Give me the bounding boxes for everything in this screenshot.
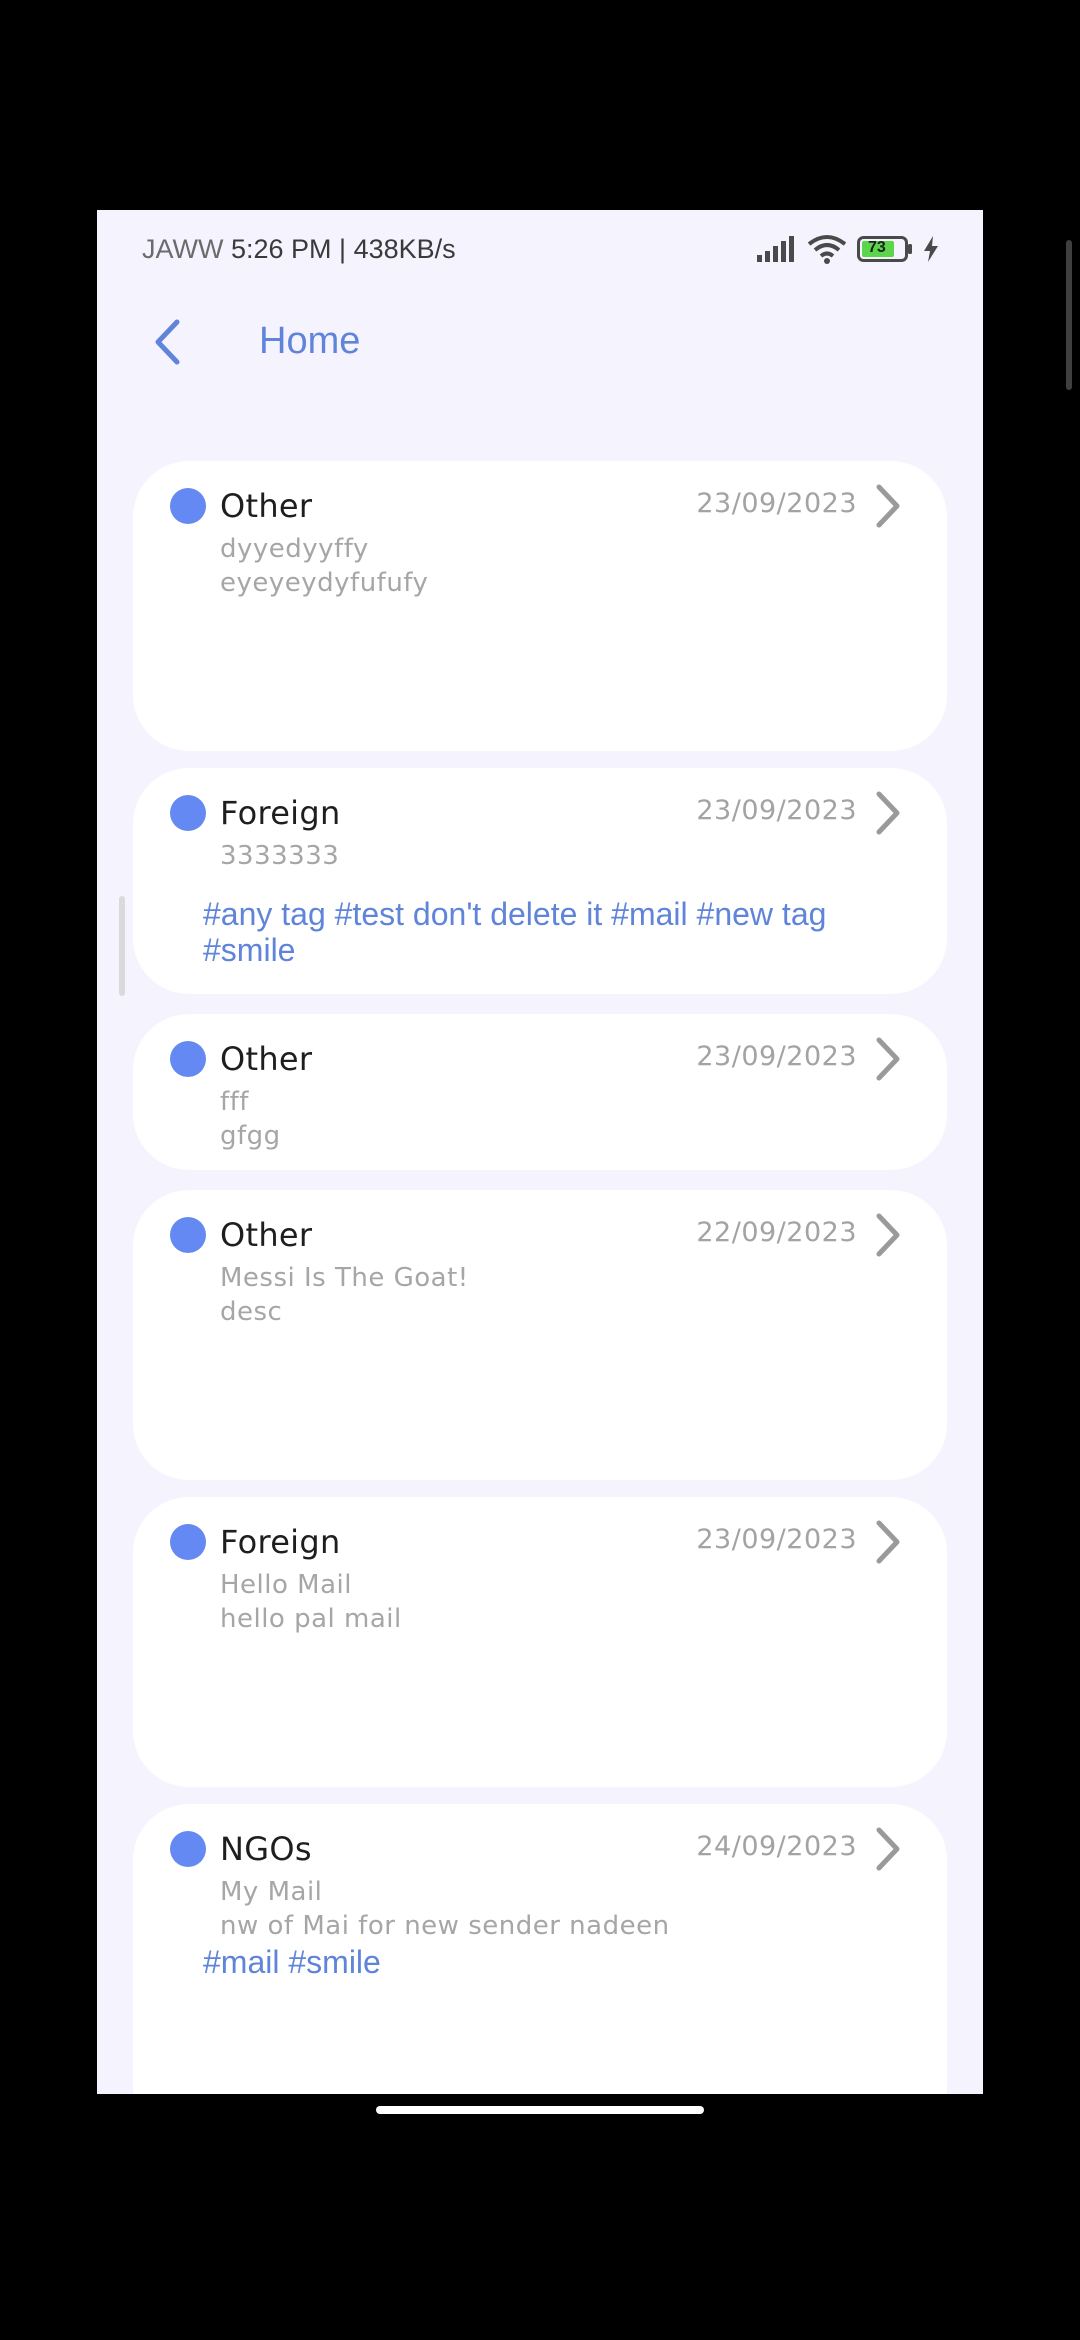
mail-subject: 3333333 [220, 841, 340, 871]
chevron-right-icon [876, 791, 900, 835]
app-bar: Home [97, 290, 983, 400]
charging-bolt-icon [923, 236, 939, 262]
page-title: Home [259, 320, 361, 362]
mail-description: desc [220, 1297, 283, 1327]
mail-date: 23/09/2023 [696, 1524, 857, 1555]
mail-category: Other [220, 1040, 313, 1078]
chevron-right-icon [876, 484, 900, 528]
status-time-speed: 5:26 PM | 438KB/s [231, 234, 456, 264]
mail-tags[interactable]: #mail #smile [203, 1944, 903, 1980]
mail-category: Other [220, 1216, 313, 1254]
mail-date: 24/09/2023 [696, 1831, 857, 1862]
list-scrollbar[interactable] [119, 896, 125, 996]
outer-scrollbar [1066, 240, 1072, 390]
mail-card-6[interactable]: NGOs 24/09/2023 My Mail nw of Mai for ne… [133, 1804, 947, 2094]
mail-description: hello pal mail [220, 1604, 402, 1634]
wifi-icon [807, 234, 847, 264]
mail-subject: My Mail [220, 1877, 323, 1907]
mail-subject: dyyedyyffy [220, 534, 369, 564]
mail-category: Foreign [220, 1523, 341, 1561]
mail-category: NGOs [220, 1830, 312, 1868]
mail-card-1[interactable]: Other 23/09/2023 dyyedyyffy eyeyeydyfufu… [133, 461, 947, 751]
status-bar: JAWW 5:26 PM | 438KB/s 73 [97, 210, 983, 290]
chevron-right-icon [876, 1213, 900, 1257]
chevron-right-icon [876, 1827, 900, 1871]
mail-card-4[interactable]: Other 22/09/2023 Messi Is The Goat! desc [133, 1190, 947, 1480]
mail-card-5[interactable]: Foreign 23/09/2023 Hello Mail hello pal … [133, 1497, 947, 1787]
mail-subject: Messi Is The Goat! [220, 1263, 469, 1293]
battery-level: 73 [868, 239, 886, 256]
mail-subject: fff [220, 1087, 249, 1117]
mail-category: Foreign [220, 794, 341, 832]
category-dot [170, 1831, 206, 1867]
mail-description: nw of Mai for new sender nadeen [220, 1911, 670, 1941]
mail-description: eyeyeydyfufufy [220, 568, 429, 598]
category-dot [170, 1217, 206, 1253]
mail-description: gfgg [220, 1121, 281, 1151]
signal-icon [757, 236, 797, 262]
mail-date: 23/09/2023 [696, 488, 857, 519]
chevron-right-icon [876, 1520, 900, 1564]
status-carrier: JAWW [142, 234, 224, 264]
mail-category: Other [220, 487, 313, 525]
back-button[interactable] [135, 312, 199, 376]
status-icons: 73 [757, 232, 939, 266]
mail-tags[interactable]: #any tag #test don't delete it #mail #ne… [203, 896, 903, 968]
status-time: JAWW 5:26 PM | 438KB/s [142, 234, 456, 265]
category-dot [170, 488, 206, 524]
mail-date: 23/09/2023 [696, 795, 857, 826]
home-indicator[interactable] [376, 2106, 704, 2114]
app-screen: JAWW 5:26 PM | 438KB/s 73 Home Other 23/… [97, 210, 983, 2094]
category-dot [170, 795, 206, 831]
mail-date: 23/09/2023 [696, 1041, 857, 1072]
battery-icon: 73 [857, 236, 913, 262]
chevron-left-icon [150, 317, 184, 372]
mail-card-2[interactable]: Foreign 23/09/2023 3333333 #any tag #tes… [133, 768, 947, 994]
chevron-right-icon [876, 1037, 900, 1081]
category-dot [170, 1041, 206, 1077]
category-dot [170, 1524, 206, 1560]
mail-card-3[interactable]: Other 23/09/2023 fff gfgg [133, 1014, 947, 1170]
mail-subject: Hello Mail [220, 1570, 352, 1600]
mail-date: 22/09/2023 [696, 1217, 857, 1248]
